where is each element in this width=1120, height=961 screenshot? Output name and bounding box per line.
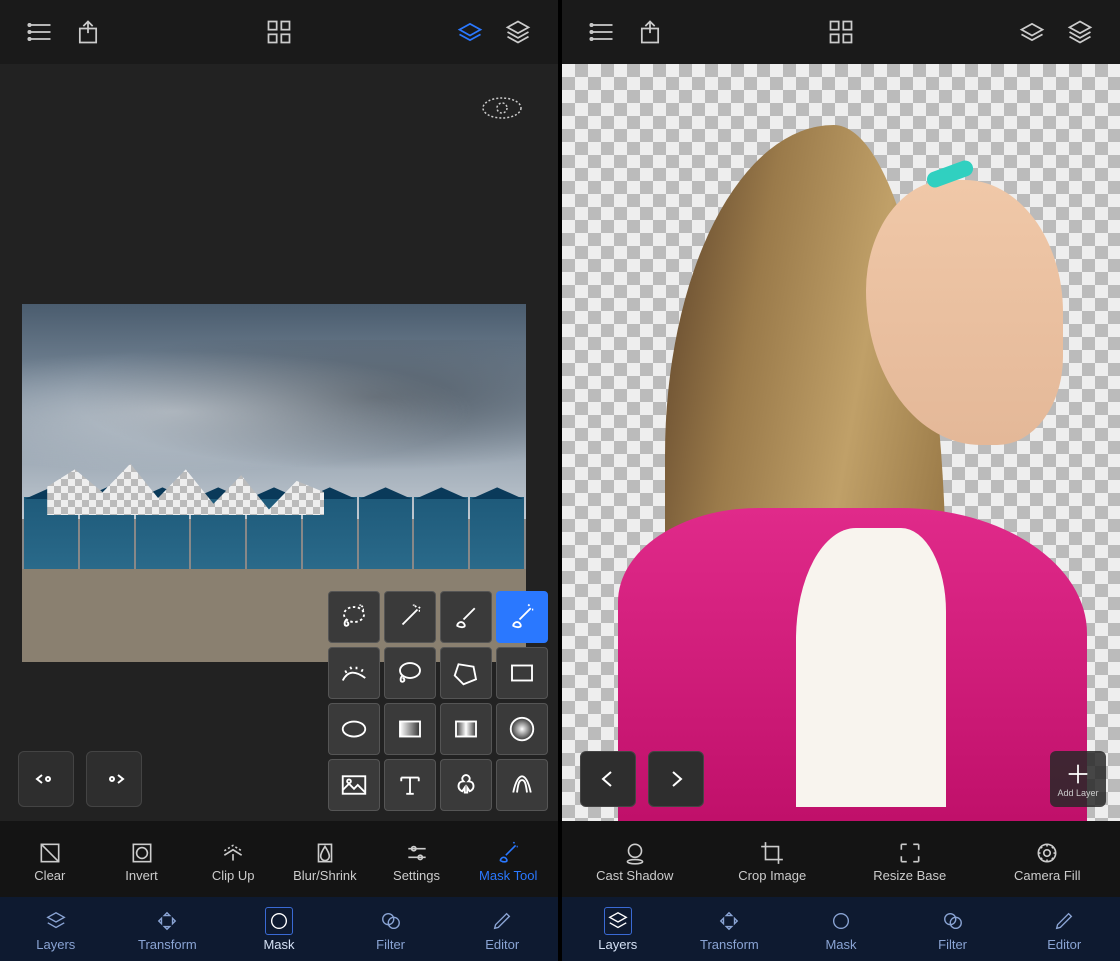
invert-button[interactable]: Invert xyxy=(96,840,188,883)
clipup-label: Clip Up xyxy=(212,868,255,883)
reflected-gradient-tool[interactable] xyxy=(440,703,492,755)
ellipse-tool[interactable] xyxy=(328,703,380,755)
clear-label: Clear xyxy=(34,868,65,883)
magic-brush-tool[interactable] xyxy=(496,591,548,643)
settings-label: Settings xyxy=(393,868,440,883)
image-mask-tool[interactable] xyxy=(328,759,380,811)
resizebase-label: Resize Base xyxy=(873,868,946,883)
nav-filter-label: Filter xyxy=(938,937,967,952)
mask-tool-grid xyxy=(324,587,552,815)
nav-editor[interactable]: Editor xyxy=(446,897,558,961)
magic-lasso-tool[interactable] xyxy=(328,591,380,643)
share-icon[interactable] xyxy=(64,8,112,56)
nav-filter[interactable]: Filter xyxy=(335,897,447,961)
left-panel: Clear Invert Clip Up Blur/Shrink Setting… xyxy=(0,0,558,961)
right-topbar xyxy=(562,0,1120,64)
list-icon[interactable] xyxy=(16,8,64,56)
blurshrink-label: Blur/Shrink xyxy=(293,868,357,883)
left-secondary-toolbar: Clear Invert Clip Up Blur/Shrink Setting… xyxy=(0,821,558,897)
next-layer-button[interactable] xyxy=(648,751,704,807)
linear-gradient-tool[interactable] xyxy=(384,703,436,755)
nav-transform-label: Transform xyxy=(700,937,759,952)
clipup-button[interactable]: Clip Up xyxy=(187,840,279,883)
nav-filter-label: Filter xyxy=(376,937,405,952)
mask-layer-icon[interactable] xyxy=(1008,8,1056,56)
text-mask-tool[interactable] xyxy=(384,759,436,811)
magic-wand-tool[interactable] xyxy=(384,591,436,643)
resizebase-button[interactable]: Resize Base xyxy=(841,840,979,883)
lasso-tool[interactable] xyxy=(384,647,436,699)
shape-mask-tool[interactable] xyxy=(440,759,492,811)
nav-mask-label: Mask xyxy=(825,937,856,952)
nav-transform[interactable]: Transform xyxy=(112,897,224,961)
hair-mask-tool[interactable] xyxy=(496,759,548,811)
rectangle-tool[interactable] xyxy=(496,647,548,699)
grid-icon[interactable] xyxy=(817,8,865,56)
nav-layers[interactable]: Layers xyxy=(0,897,112,961)
nav-transform[interactable]: Transform xyxy=(674,897,786,961)
visibility-toggle-icon[interactable] xyxy=(478,94,526,122)
right-bottom-nav: Layers Transform Mask Filter Editor xyxy=(562,897,1120,961)
polygon-tool[interactable] xyxy=(440,647,492,699)
right-panel: Add Layer Cast Shadow Crop Image Resize … xyxy=(562,0,1120,961)
undo-redo-group xyxy=(18,751,142,807)
layer-nav-arrows xyxy=(580,751,704,807)
left-canvas[interactable] xyxy=(0,64,558,821)
left-topbar xyxy=(0,0,558,64)
settings-button[interactable]: Settings xyxy=(371,840,463,883)
mask-layer-icon[interactable] xyxy=(446,8,494,56)
add-layer-label: Add Layer xyxy=(1057,789,1098,798)
layers-icon[interactable] xyxy=(1056,8,1104,56)
nav-layers[interactable]: Layers xyxy=(562,897,674,961)
nav-mask[interactable]: Mask xyxy=(785,897,897,961)
castshadow-button[interactable]: Cast Shadow xyxy=(566,840,704,883)
invert-label: Invert xyxy=(125,868,158,883)
add-layer-button[interactable]: Add Layer xyxy=(1050,751,1106,807)
blurshrink-button[interactable]: Blur/Shrink xyxy=(279,840,371,883)
right-secondary-toolbar: Cast Shadow Crop Image Resize Base Camer… xyxy=(562,821,1120,897)
camerafill-label: Camera Fill xyxy=(1014,868,1080,883)
nav-layers-label: Layers xyxy=(36,937,75,952)
radial-gradient-tool[interactable] xyxy=(496,703,548,755)
camerafill-button[interactable]: Camera Fill xyxy=(979,840,1117,883)
cropimage-button[interactable]: Crop Image xyxy=(704,840,842,883)
nav-layers-label: Layers xyxy=(598,937,637,952)
list-icon[interactable] xyxy=(578,8,626,56)
prev-layer-button[interactable] xyxy=(580,751,636,807)
nav-filter[interactable]: Filter xyxy=(897,897,1009,961)
masktool-label: Mask Tool xyxy=(479,868,537,883)
castshadow-label: Cast Shadow xyxy=(596,868,673,883)
right-canvas[interactable]: Add Layer xyxy=(562,64,1120,821)
nav-editor[interactable]: Editor xyxy=(1008,897,1120,961)
undo-button[interactable] xyxy=(18,751,74,807)
edge-brush-tool[interactable] xyxy=(328,647,380,699)
masktool-button[interactable]: Mask Tool xyxy=(462,840,554,883)
nav-editor-label: Editor xyxy=(485,937,519,952)
cropimage-label: Crop Image xyxy=(738,868,806,883)
brush-tool[interactable] xyxy=(440,591,492,643)
left-bottom-nav: Layers Transform Mask Filter Editor xyxy=(0,897,558,961)
layers-icon[interactable] xyxy=(494,8,542,56)
nav-mask-label: Mask xyxy=(263,937,294,952)
nav-transform-label: Transform xyxy=(138,937,197,952)
nav-editor-label: Editor xyxy=(1047,937,1081,952)
photo-clouds xyxy=(22,340,526,483)
grid-icon[interactable] xyxy=(255,8,303,56)
share-icon[interactable] xyxy=(626,8,674,56)
redo-button[interactable] xyxy=(86,751,142,807)
girl-cutout-layer[interactable] xyxy=(618,125,1087,821)
girl-shirt-region xyxy=(796,528,946,807)
clear-button[interactable]: Clear xyxy=(4,840,96,883)
nav-mask[interactable]: Mask xyxy=(223,897,335,961)
